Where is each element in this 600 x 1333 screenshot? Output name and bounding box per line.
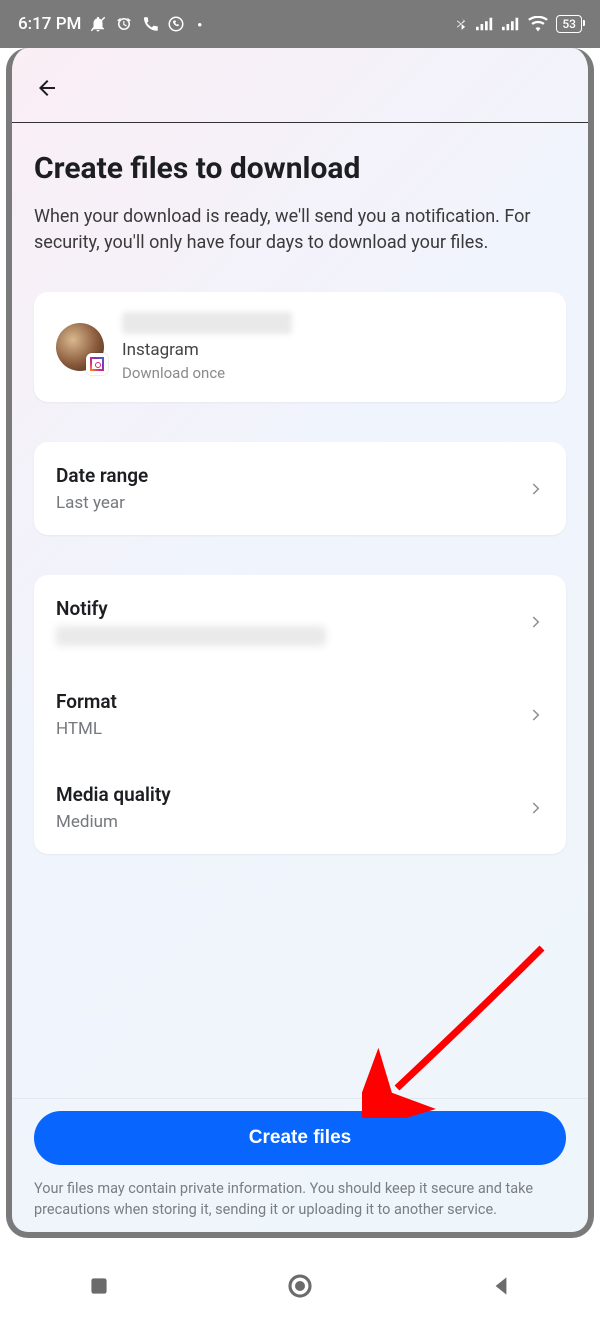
options-card: Notify Format HTML Media quality Medium [34,575,566,854]
create-files-button[interactable]: Create files [34,1111,566,1165]
date-range-value: Last year [56,493,148,513]
signal-1-icon [476,17,494,31]
battery-indicator: 53 [556,15,582,33]
notify-row[interactable]: Notify [34,575,566,668]
disclaimer-text: Your files may contain private informati… [34,1179,566,1220]
date-range-row[interactable]: Date range Last year [34,442,566,535]
whatsapp-icon [167,15,185,33]
wifi-icon [528,16,548,32]
back-button[interactable] [488,1273,514,1299]
format-label: Format [56,690,117,713]
date-range-card: Date range Last year [34,442,566,535]
instagram-badge-icon [86,353,108,375]
missed-call-icon [141,15,159,33]
format-row[interactable]: Format HTML [34,668,566,761]
page-subtitle: When your download is ready, we'll send … [34,204,566,256]
app-frame: Create files to download When your downl… [6,48,594,1238]
status-time: 6:17 PM [18,14,81,34]
avatar [56,323,104,371]
chevron-right-icon [526,613,544,631]
format-value: HTML [56,719,117,739]
notify-value-redacted [56,626,326,646]
media-quality-value: Medium [56,812,171,832]
status-more-icon: ● [197,20,202,29]
chevron-right-icon [526,706,544,724]
date-range-label: Date range [56,464,148,487]
account-name-redacted [122,312,292,334]
nav-header [12,48,588,123]
home-button[interactable] [285,1271,315,1301]
signal-2-icon [502,17,520,31]
bluetooth-icon [454,15,468,33]
account-frequency: Download once [122,364,544,382]
alarm-icon [115,15,133,33]
page-title: Create files to download [34,151,566,186]
bottom-section: Create files Your files may contain priv… [12,1098,588,1232]
back-arrow-icon[interactable] [32,76,62,100]
android-nav-bar [0,1238,600,1333]
media-quality-row[interactable]: Media quality Medium [34,761,566,854]
chevron-right-icon [526,480,544,498]
recent-apps-button[interactable] [86,1273,112,1299]
mute-icon [89,15,107,33]
account-card: Instagram Download once [34,292,566,402]
media-quality-label: Media quality [56,783,171,806]
notify-label: Notify [56,597,326,620]
chevron-right-icon [526,799,544,817]
account-platform: Instagram [122,340,544,360]
account-row: Instagram Download once [34,292,566,402]
status-bar: 6:17 PM ● 53 [0,0,600,48]
